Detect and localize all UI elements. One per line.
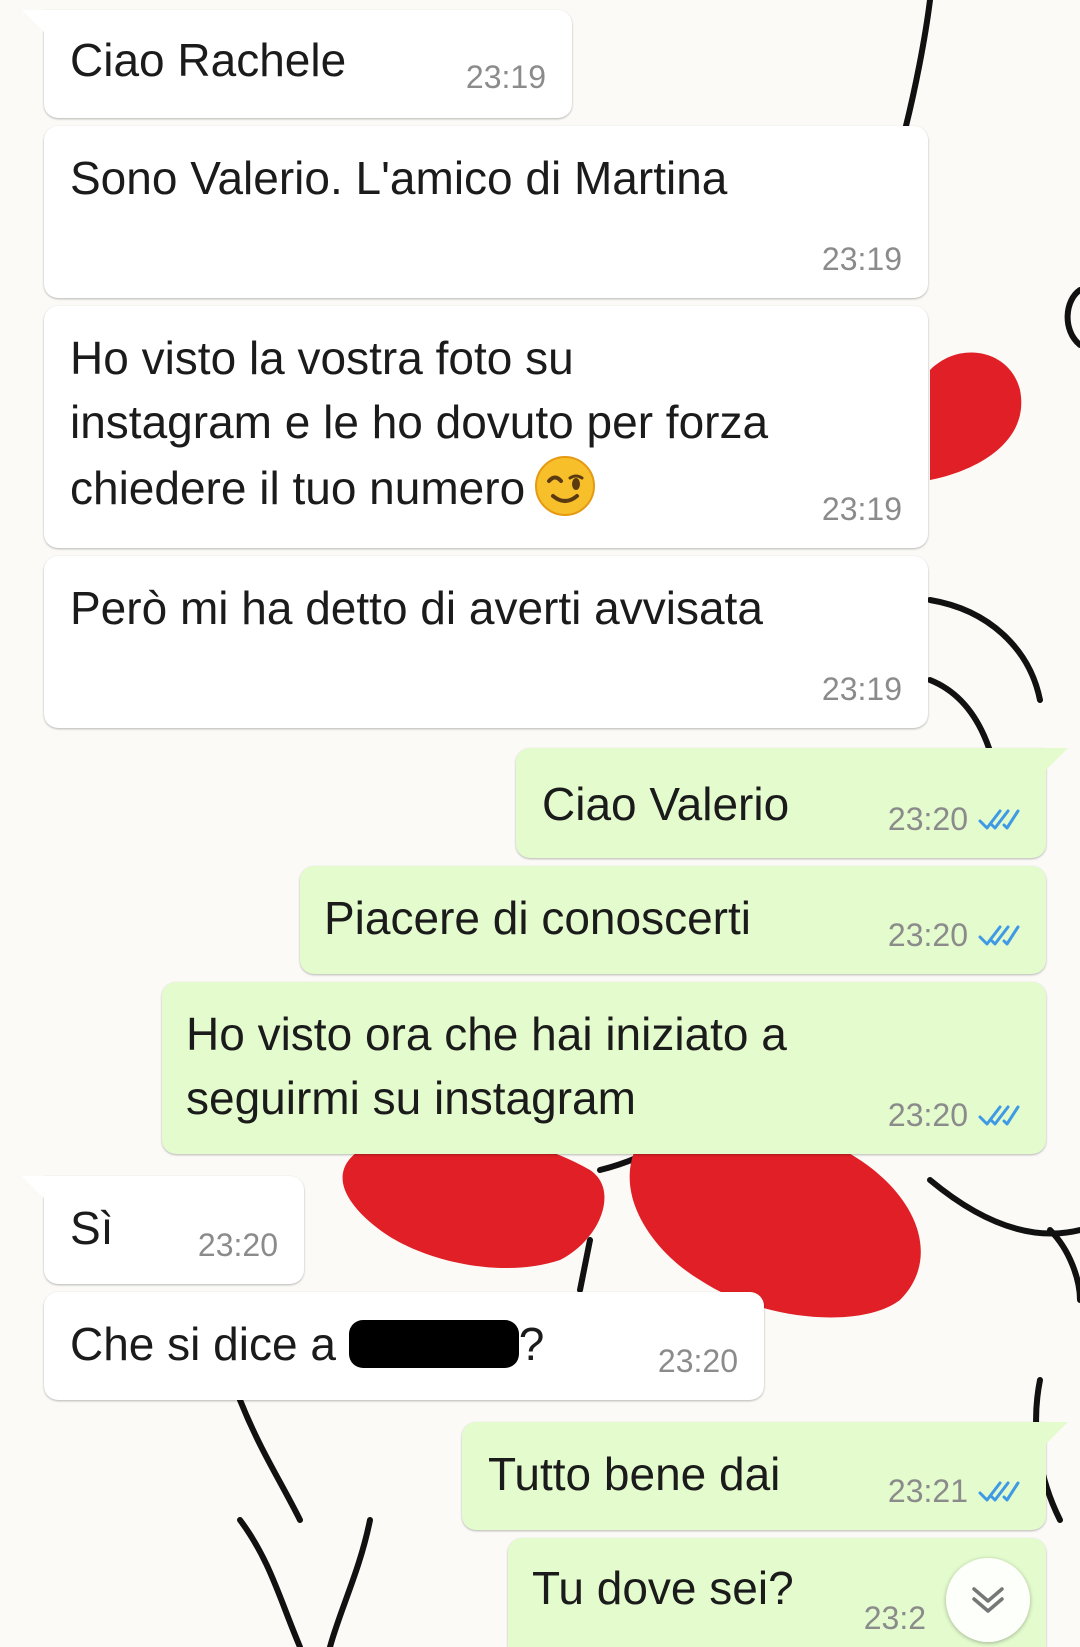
message-text: Ho visto la vostra foto su instagram e l… xyxy=(70,326,768,520)
message-time: 23:20 xyxy=(657,1343,738,1379)
message-text: Sono Valerio. L'amico di Martina xyxy=(70,152,728,204)
scroll-to-bottom-button[interactable] xyxy=(946,1558,1030,1642)
message-time: 23:2 xyxy=(863,1600,926,1636)
message-line: chiedere il tuo numero xyxy=(70,454,768,520)
double-chevron-down-icon xyxy=(972,1587,1004,1613)
message-bubble-outgoing[interactable]: Ciao Valerio 23:20 xyxy=(516,748,1068,858)
message-text: Piacere di conoscerti xyxy=(324,892,751,944)
conversation-view[interactable]: Ciao Rachele 23:19 Sono Valerio. L'amico… xyxy=(0,0,1080,1647)
message-text: Tutto bene dai xyxy=(488,1448,781,1500)
message-bubble-incoming[interactable]: Che si dice a ? 23:20 xyxy=(44,1292,764,1400)
read-receipt-icon xyxy=(978,1481,1020,1501)
message-text: Tu dove sei? xyxy=(532,1562,794,1614)
message-text-after: ? xyxy=(518,1318,545,1370)
message-bubble-incoming[interactable]: Ho visto la vostra foto su instagram e l… xyxy=(44,306,928,548)
message-meta: 23:2 xyxy=(864,1600,926,1637)
message-time: 23:20 xyxy=(887,1097,968,1133)
message-bubble-outgoing[interactable]: Tutto bene dai 23:21 xyxy=(462,1422,1068,1530)
message-text: Che si dice a ? xyxy=(70,1312,544,1376)
message-time: 23:20 xyxy=(887,801,968,837)
message-text: Ciao Rachele xyxy=(70,34,347,86)
message-bubble-incoming[interactable]: Ciao Rachele 23:19 xyxy=(22,10,572,118)
message-text: Sì xyxy=(70,1202,114,1254)
message-bubble-incoming[interactable]: Però mi ha detto di averti avvisata 23:1… xyxy=(44,556,928,728)
message-meta: 23:20 xyxy=(198,1227,278,1264)
message-time: 23:19 xyxy=(821,491,902,527)
redaction-box xyxy=(348,1320,519,1368)
message-meta: 23:20 xyxy=(888,917,1020,954)
message-text-before: Che si dice a xyxy=(70,1318,336,1370)
message-line: Ho visto la vostra foto su xyxy=(70,332,574,384)
message-time: 23:20 xyxy=(197,1227,278,1263)
read-receipt-icon xyxy=(978,1105,1020,1125)
message-time: 23:19 xyxy=(821,671,902,707)
message-text: Però mi ha detto di averti avvisata xyxy=(70,582,763,634)
message-bubble-outgoing[interactable]: Ho visto ora che hai iniziato a seguirmi… xyxy=(162,982,1046,1154)
message-meta: 23:19 xyxy=(466,59,546,96)
message-meta: 23:20 xyxy=(888,1097,1020,1134)
message-line: instagram e le ho dovuto per forza xyxy=(70,396,769,448)
message-meta: 23:19 xyxy=(822,671,902,708)
message-line: Ho visto ora che hai iniziato a xyxy=(186,1008,787,1060)
read-receipt-icon xyxy=(978,809,1020,829)
message-bubble-outgoing[interactable]: Piacere di conoscerti 23:20 xyxy=(300,866,1046,974)
message-bubble-incoming[interactable]: Sono Valerio. L'amico di Martina 23:19 xyxy=(44,126,928,298)
winking-face-icon xyxy=(535,456,596,516)
message-time: 23:21 xyxy=(887,1473,968,1509)
message-time: 23:19 xyxy=(821,241,902,277)
message-text: Ciao Valerio xyxy=(542,778,790,830)
message-time: 23:20 xyxy=(887,917,968,953)
message-text: Ho visto ora che hai iniziato a seguirmi… xyxy=(186,1002,787,1130)
message-line: seguirmi su instagram xyxy=(186,1072,636,1124)
message-meta: 23:20 xyxy=(658,1343,738,1380)
message-meta: 23:21 xyxy=(888,1473,1020,1510)
message-meta: 23:19 xyxy=(822,241,902,278)
message-time: 23:19 xyxy=(465,59,546,95)
read-receipt-icon xyxy=(978,925,1020,945)
message-bubble-incoming[interactable]: Sì 23:20 xyxy=(22,1176,304,1284)
message-meta: 23:19 xyxy=(822,491,902,528)
message-meta: 23:20 xyxy=(888,801,1020,838)
